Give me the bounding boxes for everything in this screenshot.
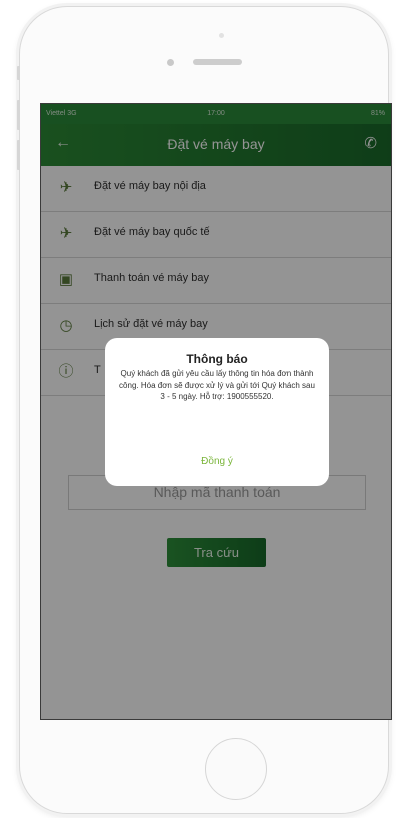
earpiece-speaker xyxy=(193,59,242,65)
notification-dialog: Thông báo Quý khách đã gửi yêu cầu lấy t… xyxy=(105,338,329,486)
mute-switch xyxy=(17,66,20,80)
home-button[interactable] xyxy=(205,738,267,800)
volume-up-button xyxy=(17,100,20,130)
front-camera xyxy=(219,33,224,38)
phone-screen: Viettel 3G 17:00 81% ← Đặt vé máy bay ✆ … xyxy=(40,103,392,720)
confirm-button[interactable]: Đồng ý xyxy=(105,456,329,467)
dialog-title: Thông báo xyxy=(186,352,248,366)
volume-down-button xyxy=(17,140,20,170)
dialog-message: Quý khách đã gửi yêu cầu lấy thông tin h… xyxy=(119,369,315,401)
camera-lens xyxy=(167,59,174,66)
